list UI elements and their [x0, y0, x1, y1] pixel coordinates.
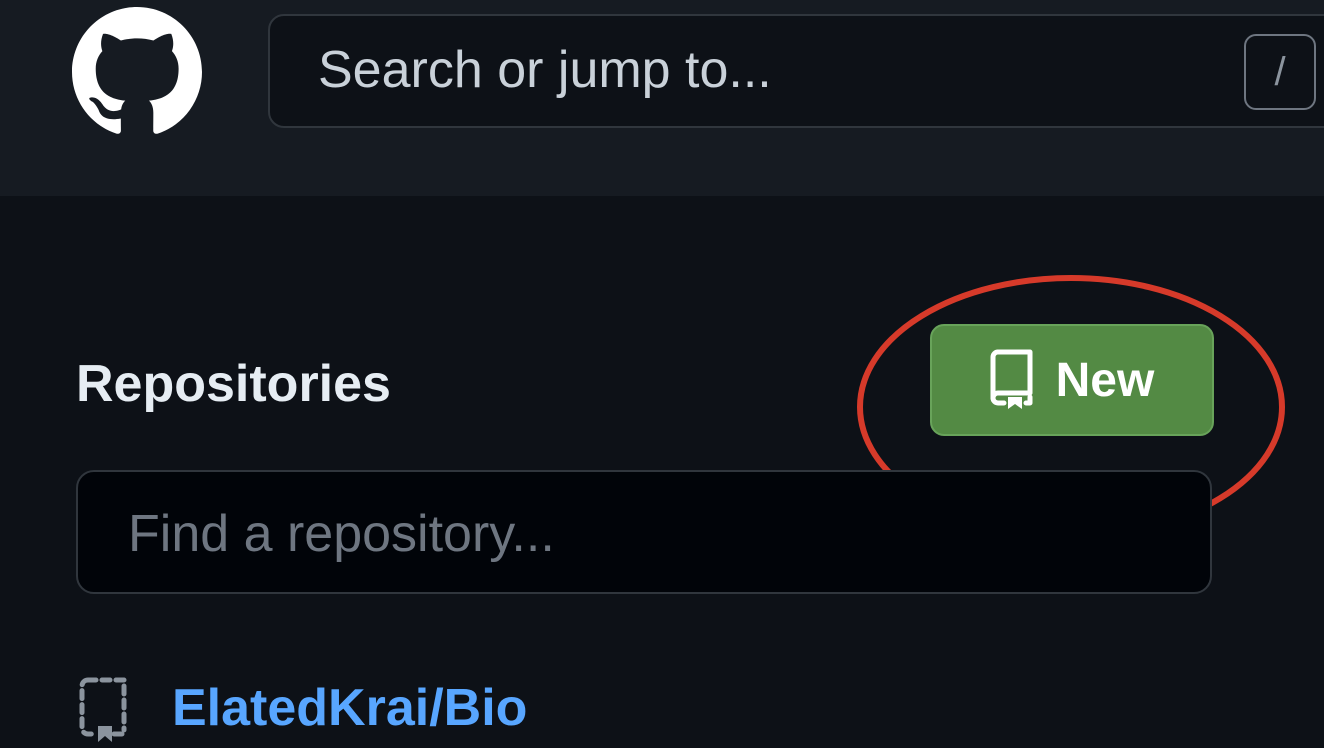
- find-repository-box[interactable]: [76, 470, 1212, 594]
- github-octocat-icon[interactable]: [72, 7, 202, 137]
- search-input[interactable]: [318, 38, 1218, 102]
- search-shortcut-key: /: [1244, 34, 1316, 110]
- repository-list-item[interactable]: ElatedKrai/Bio: [78, 670, 778, 748]
- find-repository-input[interactable]: [128, 502, 1128, 566]
- search-bar[interactable]: /: [268, 14, 1324, 128]
- github-dashboard: / Repositories New ElatedKrai/Bio: [0, 0, 1324, 748]
- repo-template-icon: [79, 677, 127, 742]
- top-header: /: [0, 0, 1324, 196]
- repository-link[interactable]: ElatedKrai/Bio: [172, 676, 527, 740]
- repositories-title: Repositories: [76, 355, 391, 413]
